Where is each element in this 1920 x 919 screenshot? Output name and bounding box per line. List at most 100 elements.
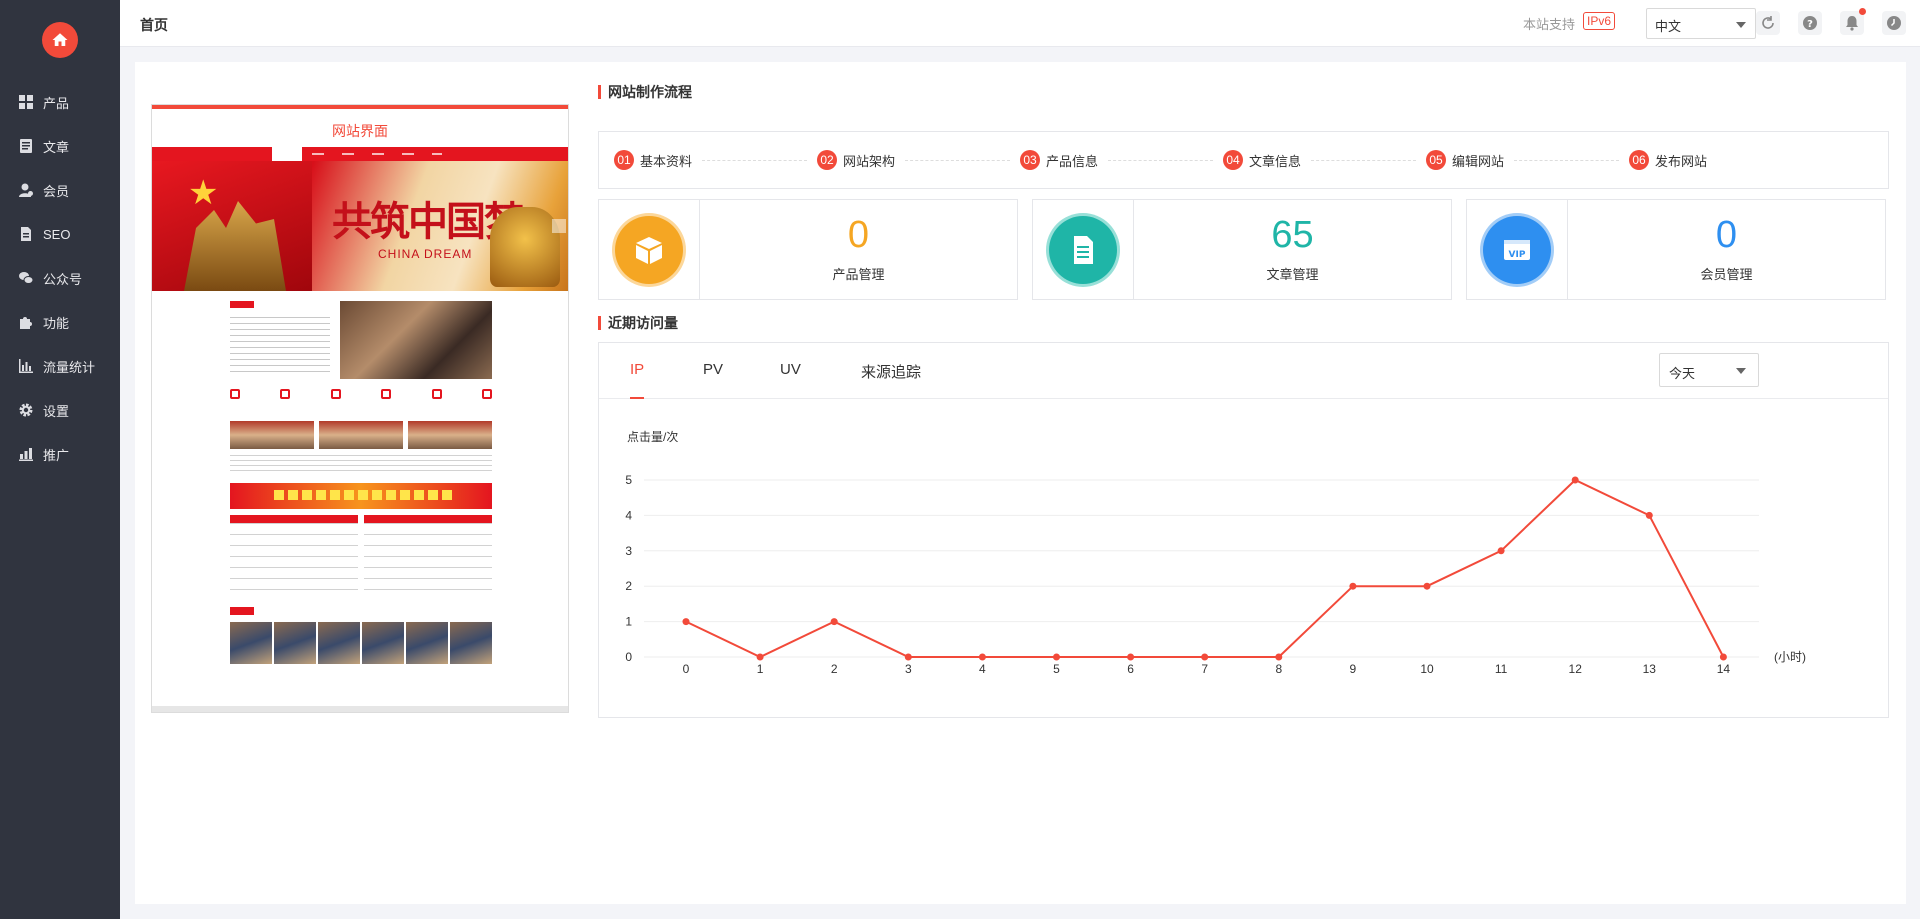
sidebar-item-wechat[interactable]: 公众号 [0,256,120,300]
main-content: 网站界面 ★ 共筑中国梦 CHINA DREAM 网站制作流程 01 基本资料 0… [135,62,1906,904]
language-select-value: 中文 [1655,19,1682,34]
preview-title: 网站界面 [332,123,388,139]
banner-subtitle: CHINA DREAM [378,247,473,261]
sidebar-item-traffic[interactable]: 流量统计 [0,344,120,388]
y-tick-label: 5 [625,473,632,487]
process-step[interactable]: 01 基本资料 [614,150,817,170]
stat-label: 会员管理 [1700,267,1753,282]
process-step[interactable]: 02 网站架构 [817,150,1020,170]
sidebar-item-seo[interactable]: SEO [0,212,120,256]
document-icon [19,139,33,153]
data-point [1201,653,1209,661]
time-range-select[interactable]: 今天 [1659,353,1759,387]
traffic-panel: IP PV UV 来源追踪 今天 点击量/次 0 1 2 3 4 5 0 1 2 3 4 5 6 7 8 9 10… [598,342,1889,718]
sidebar-item-label: 产品 [43,95,70,111]
notifications-button[interactable] [1840,8,1866,35]
ipv6-badge: IPv6 [1582,12,1615,30]
process-step[interactable]: 06 发布网站 [1629,150,1832,170]
x-tick-label: 1 [757,662,764,676]
process-section-title: 网站制作流程 [598,84,692,100]
preview-text-lines [230,455,492,473]
bar-chart-icon [19,359,33,373]
preview-scrollbar[interactable] [152,706,568,712]
refresh-button[interactable] [1756,11,1780,35]
x-tick-label: 3 [905,662,912,676]
top-bar: 首页 本站支持 IPv6 中文 ? [120,0,1920,47]
sidebar-item-label: 公众号 [43,271,83,287]
x-tick-label: 4 [979,662,986,676]
refresh-icon [1762,16,1774,29]
website-preview[interactable]: 网站界面 ★ 共筑中国梦 CHINA DREAM [151,104,569,713]
sidebar-item-product[interactable]: 产品 [0,80,120,124]
sidebar-item-function[interactable]: 功能 [0,300,120,344]
data-point [1349,582,1357,590]
preview-lists [230,515,492,595]
user-icon [19,183,33,197]
tab-uv[interactable]: UV [780,361,801,378]
language-select[interactable]: 中文 [1646,8,1756,39]
stat-value: 0 [847,214,870,256]
svg-text:?: ? [1807,19,1813,30]
stat-value: 0 [1715,214,1738,256]
y-tick-label: 0 [625,650,632,664]
step-number: 03 [1020,150,1040,170]
tab-source-tracking[interactable]: 来源追踪 [861,361,921,382]
x-axis-title: (小时) [1774,650,1806,664]
preview-thumbnails [230,421,492,449]
help-icon: ? [1803,16,1817,30]
data-point [682,618,690,626]
notification-dot [1859,8,1866,15]
y-axis-title: 点击量/次 [627,430,678,444]
data-point [1719,653,1727,661]
grid-icon [19,95,33,109]
stat-icon-wrap [1033,200,1134,299]
sidebar-item-article[interactable]: 文章 [0,124,120,168]
y-tick-label: 2 [625,579,632,593]
step-label: 网站架构 [843,153,896,169]
home-button[interactable] [42,22,78,58]
x-tick-label: 5 [1053,662,1060,676]
sidebar-item-label: SEO [43,226,71,242]
promote-icon [19,447,33,461]
svg-text:VIP: VIP [1509,250,1526,260]
sidebar-item-settings[interactable]: 设置 [0,388,120,432]
data-point [1127,653,1135,661]
stat-card-article[interactable]: 65 文章管理 [1032,199,1452,300]
history-button[interactable] [1882,11,1906,35]
x-tick-label: 0 [683,662,690,676]
chevron-down-icon [1736,22,1746,28]
chevron-down-icon [1736,368,1746,374]
preview-icon-row [230,389,492,409]
data-point [1275,653,1283,661]
x-tick-label: 13 [1643,662,1657,676]
puzzle-icon [19,315,33,329]
sidebar-item-label: 功能 [43,315,70,331]
data-point [1497,547,1505,555]
x-tick-label: 6 [1127,662,1134,676]
data-point [756,653,764,661]
process-step[interactable]: 03 产品信息 [1020,150,1223,170]
traffic-section-title: 近期访问量 [598,315,678,331]
data-point [904,653,912,661]
bell-icon [1846,16,1858,31]
preview-tag [230,607,254,615]
gear-icon [19,403,33,417]
sidebar-item-promote[interactable]: 推广 [0,432,120,476]
stat-label: 文章管理 [1266,267,1319,282]
tab-ip[interactable]: IP [630,361,644,378]
tab-pv[interactable]: PV [703,361,723,378]
step-label: 文章信息 [1249,153,1302,169]
stat-card-product[interactable]: 0 产品管理 [598,199,1018,300]
step-label: 产品信息 [1046,153,1099,169]
chevron-right-icon [552,219,566,233]
sidebar-item-member[interactable]: 会员 [0,168,120,212]
process-step[interactable]: 04 文章信息 [1223,150,1426,170]
stat-card-member[interactable]: VIP 0 会员管理 [1466,199,1886,300]
sidebar-nav: 产品 文章 会员 SEO 公众号 功能 流量统计 设置 推广 [0,80,120,476]
x-tick-label: 2 [831,662,838,676]
process-step[interactable]: 05 编辑网站 [1426,150,1629,170]
step-number: 06 [1629,150,1649,170]
help-button[interactable]: ? [1798,11,1822,35]
y-tick-label: 3 [625,544,632,558]
x-tick-label: 11 [1495,662,1508,676]
